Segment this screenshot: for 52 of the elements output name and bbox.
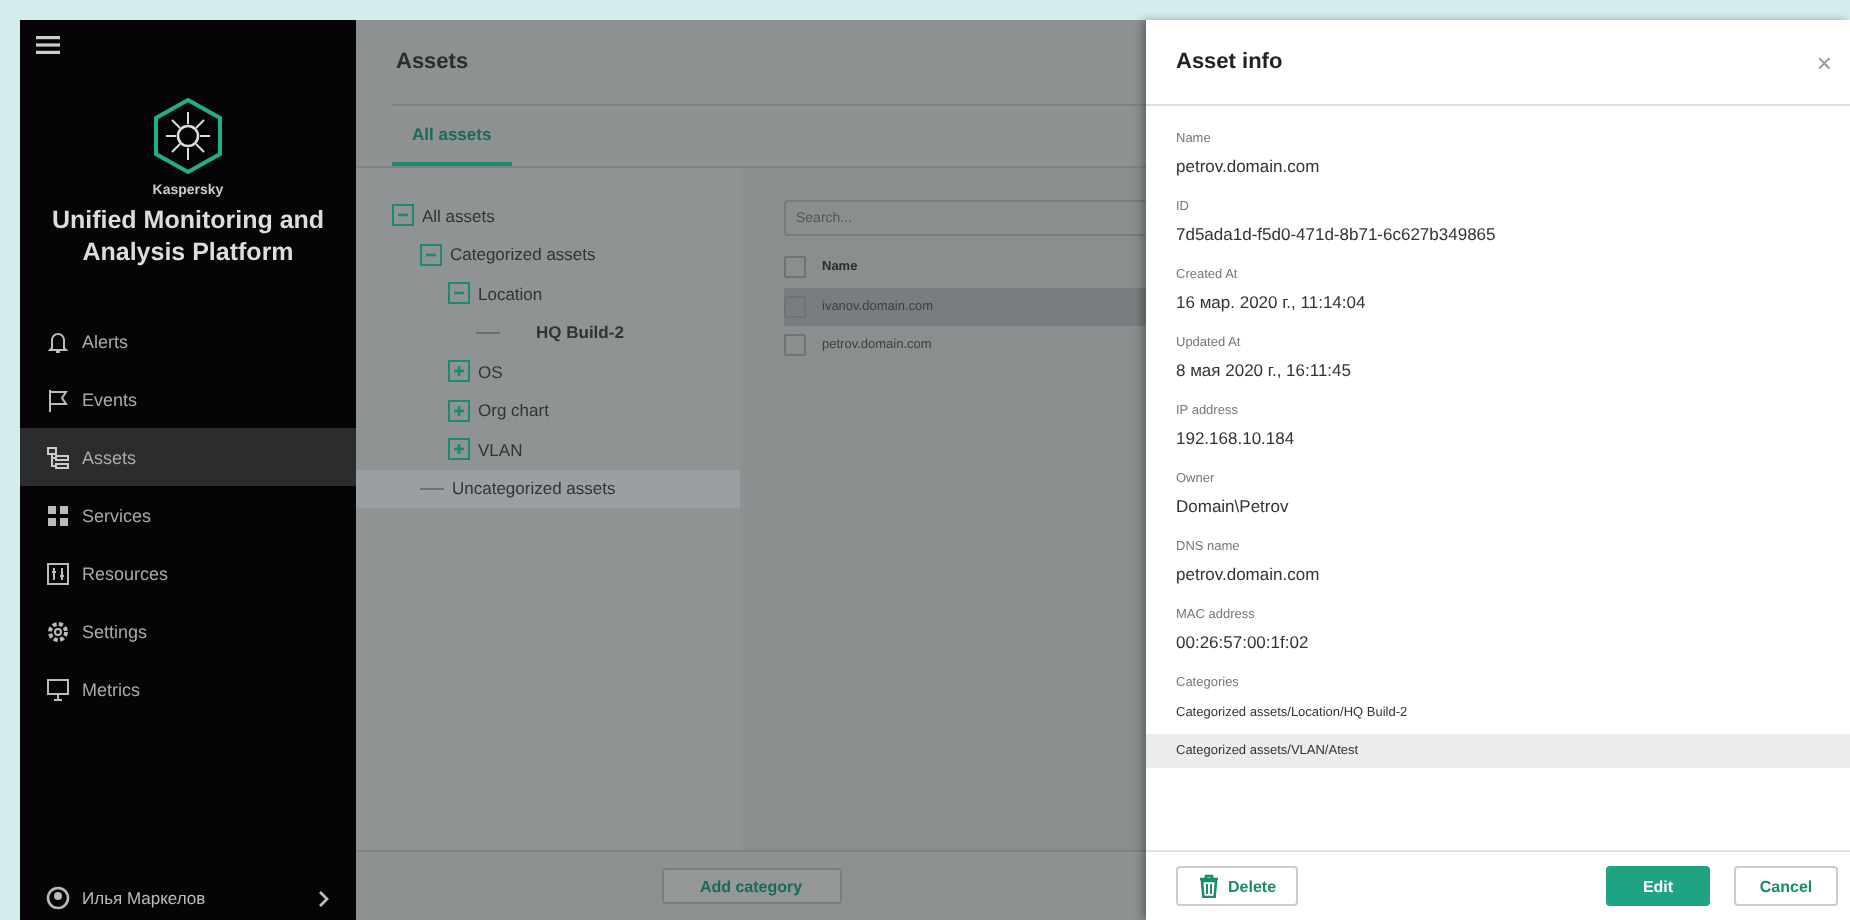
tree-item[interactable]: VLAN [478, 439, 523, 460]
collapse-icon[interactable] [392, 204, 414, 227]
resources-icon [46, 561, 70, 585]
user-menu[interactable]: Илья Маркелов [20, 876, 356, 920]
panel-title: Asset info [1176, 50, 1285, 74]
expand-icon[interactable] [448, 360, 470, 383]
product-name: Unified Monitoring and Analysis Platform [49, 204, 327, 268]
chevron-right-icon [318, 889, 330, 907]
gear-icon [46, 619, 70, 643]
checkbox[interactable] [784, 256, 806, 279]
menu-icon[interactable] [36, 36, 60, 54]
nav-item[interactable]: Resources [20, 544, 356, 602]
trash-icon [1198, 874, 1220, 898]
field-value: 192.168.10.184 [1176, 426, 1297, 452]
field-value: 7d5ada1d-f5d0-471d-8b71-6c627b349865 [1176, 222, 1498, 248]
field-value: 16 мар. 2020 г., 11:14:04 [1176, 290, 1368, 316]
bell-icon [46, 329, 70, 353]
field-value: 8 мая 2020 г., 16:11:45 [1176, 358, 1353, 384]
close-button[interactable]: × [1810, 47, 1838, 77]
field-value: 00:26:57:00:1f:02 [1176, 630, 1311, 656]
collapse-icon[interactable] [420, 243, 442, 266]
nav-item[interactable]: Alerts [20, 312, 356, 370]
tree-icon [46, 445, 70, 469]
checkbox[interactable] [784, 295, 806, 318]
tree-item[interactable]: Categorized assets [450, 244, 596, 265]
tree-item[interactable]: Org chart [478, 400, 549, 421]
add-category-button[interactable]: Add category [661, 868, 841, 904]
flag-icon [46, 387, 70, 411]
field-value: petrov.domain.com [1176, 154, 1322, 180]
cancel-button[interactable]: Cancel [1734, 866, 1838, 906]
field-value: Domain\Petrov [1176, 494, 1291, 520]
delete-button[interactable]: Delete [1176, 866, 1299, 906]
edit-button[interactable]: Edit [1606, 866, 1710, 906]
monitor-icon [46, 677, 70, 701]
nav-item[interactable]: Events [20, 370, 356, 428]
page-title: Assets [396, 50, 469, 74]
grid-icon [46, 503, 70, 527]
nav-item[interactable]: Settings [20, 602, 356, 660]
logo-icon [152, 96, 224, 176]
tree-item[interactable]: HQ Build-2 [508, 322, 624, 343]
nav-item[interactable]: Assets [20, 428, 356, 486]
checkbox[interactable] [784, 334, 806, 357]
nav-item[interactable]: Services [20, 486, 356, 544]
tree-item[interactable]: Location [478, 283, 543, 304]
nav-item[interactable]: Metrics [20, 660, 356, 718]
collapse-icon[interactable] [448, 282, 470, 305]
expand-icon[interactable] [448, 399, 470, 422]
tree-item[interactable]: OS [478, 361, 503, 382]
field-value: petrov.domain.com [1176, 562, 1322, 588]
tree-item[interactable]: All assets [422, 205, 495, 226]
expand-icon[interactable] [448, 438, 470, 461]
user-icon [46, 886, 70, 910]
